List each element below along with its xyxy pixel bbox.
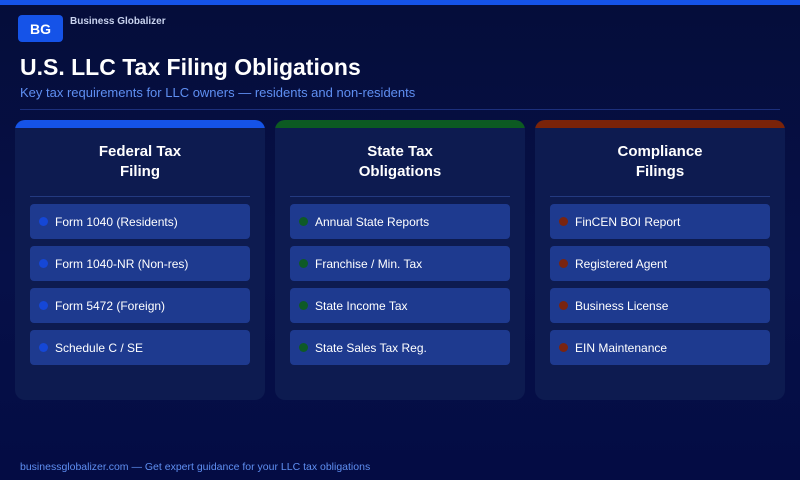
bullet-dot-icon [299, 343, 308, 352]
bullet-dot-icon [299, 259, 308, 268]
footer-text: businessglobalizer.com — Get expert guid… [20, 461, 371, 473]
card-title: Compliance Filings [535, 142, 785, 182]
page-title: U.S. LLC Tax Filing Obligations [20, 54, 361, 80]
bullet-dot-icon [559, 259, 568, 268]
card-title-line2: Obligations [358, 163, 442, 180]
list-item-label: State Income Tax [315, 298, 408, 313]
list-item[interactable]: Franchise / Min. Tax [290, 246, 510, 281]
list-item[interactable]: FinCEN BOI Report [550, 204, 770, 239]
list-item[interactable]: Form 1040-NR (Non-res) [30, 246, 250, 281]
list-item-label: Annual State Reports [315, 214, 430, 229]
card-state-tax: State Tax Obligations Annual State Repor… [275, 120, 525, 400]
list-item-label: Schedule C / SE [55, 340, 144, 355]
page-subtitle: Key tax requirements for LLC owners — re… [20, 85, 416, 100]
bullet-dot-icon [299, 217, 308, 226]
bullet-dot-icon [559, 217, 568, 226]
list-item-label: State Sales Tax Reg. [315, 340, 427, 355]
list-item-label: Form 5472 (Foreign) [55, 298, 166, 313]
list-item[interactable]: Schedule C / SE [30, 330, 250, 365]
list-item[interactable]: Business License [550, 288, 770, 323]
brand-logo: BG [18, 15, 63, 42]
bullet-dot-icon [39, 301, 48, 310]
list-item[interactable]: State Sales Tax Reg. [290, 330, 510, 365]
bullet-dot-icon [559, 301, 568, 310]
item-list: FinCEN BOI Report Registered Agent Busin… [550, 204, 770, 372]
top-accent-bar [0, 0, 800, 5]
list-item-label: Registered Agent [575, 256, 668, 271]
card-accent-bar [15, 120, 265, 128]
card-title: State Tax Obligations [275, 142, 525, 182]
list-item[interactable]: State Income Tax [290, 288, 510, 323]
card-title: Federal Tax Filing [15, 142, 265, 182]
bullet-dot-icon [39, 343, 48, 352]
item-list: Annual State Reports Franchise / Min. Ta… [290, 204, 510, 372]
list-item[interactable]: Annual State Reports [290, 204, 510, 239]
card-title-line2: Filing [120, 163, 160, 180]
card-divider [550, 196, 770, 197]
card-title-line1: Compliance [617, 143, 703, 160]
bullet-dot-icon [39, 217, 48, 226]
card-title-line2: Filings [635, 163, 685, 180]
card-divider [290, 196, 510, 197]
header-divider [20, 109, 780, 110]
bullet-dot-icon [39, 259, 48, 268]
list-item-label: FinCEN BOI Report [575, 214, 681, 229]
list-item[interactable]: EIN Maintenance [550, 330, 770, 365]
list-item-label: Form 1040-NR (Non-res) [55, 256, 189, 271]
brand-name: Business Globalizer [70, 16, 166, 27]
list-item[interactable]: Registered Agent [550, 246, 770, 281]
list-item[interactable]: Form 1040 (Residents) [30, 204, 250, 239]
card-accent-bar [275, 120, 525, 128]
list-item[interactable]: Form 5472 (Foreign) [30, 288, 250, 323]
list-item-label: Business License [575, 298, 669, 313]
bullet-dot-icon [559, 343, 568, 352]
list-item-label: EIN Maintenance [575, 340, 668, 355]
item-list: Form 1040 (Residents) Form 1040-NR (Non-… [30, 204, 250, 372]
card-title-line1: State Tax [367, 143, 433, 160]
list-item-label: Form 1040 (Residents) [55, 214, 178, 229]
card-divider [30, 196, 250, 197]
card-compliance: Compliance Filings FinCEN BOI Report Reg… [535, 120, 785, 400]
card-federal-tax: Federal Tax Filing Form 1040 (Residents)… [15, 120, 265, 400]
card-title-line1: Federal Tax [98, 143, 182, 160]
card-accent-bar [535, 120, 785, 128]
bullet-dot-icon [299, 301, 308, 310]
list-item-label: Franchise / Min. Tax [315, 256, 423, 271]
